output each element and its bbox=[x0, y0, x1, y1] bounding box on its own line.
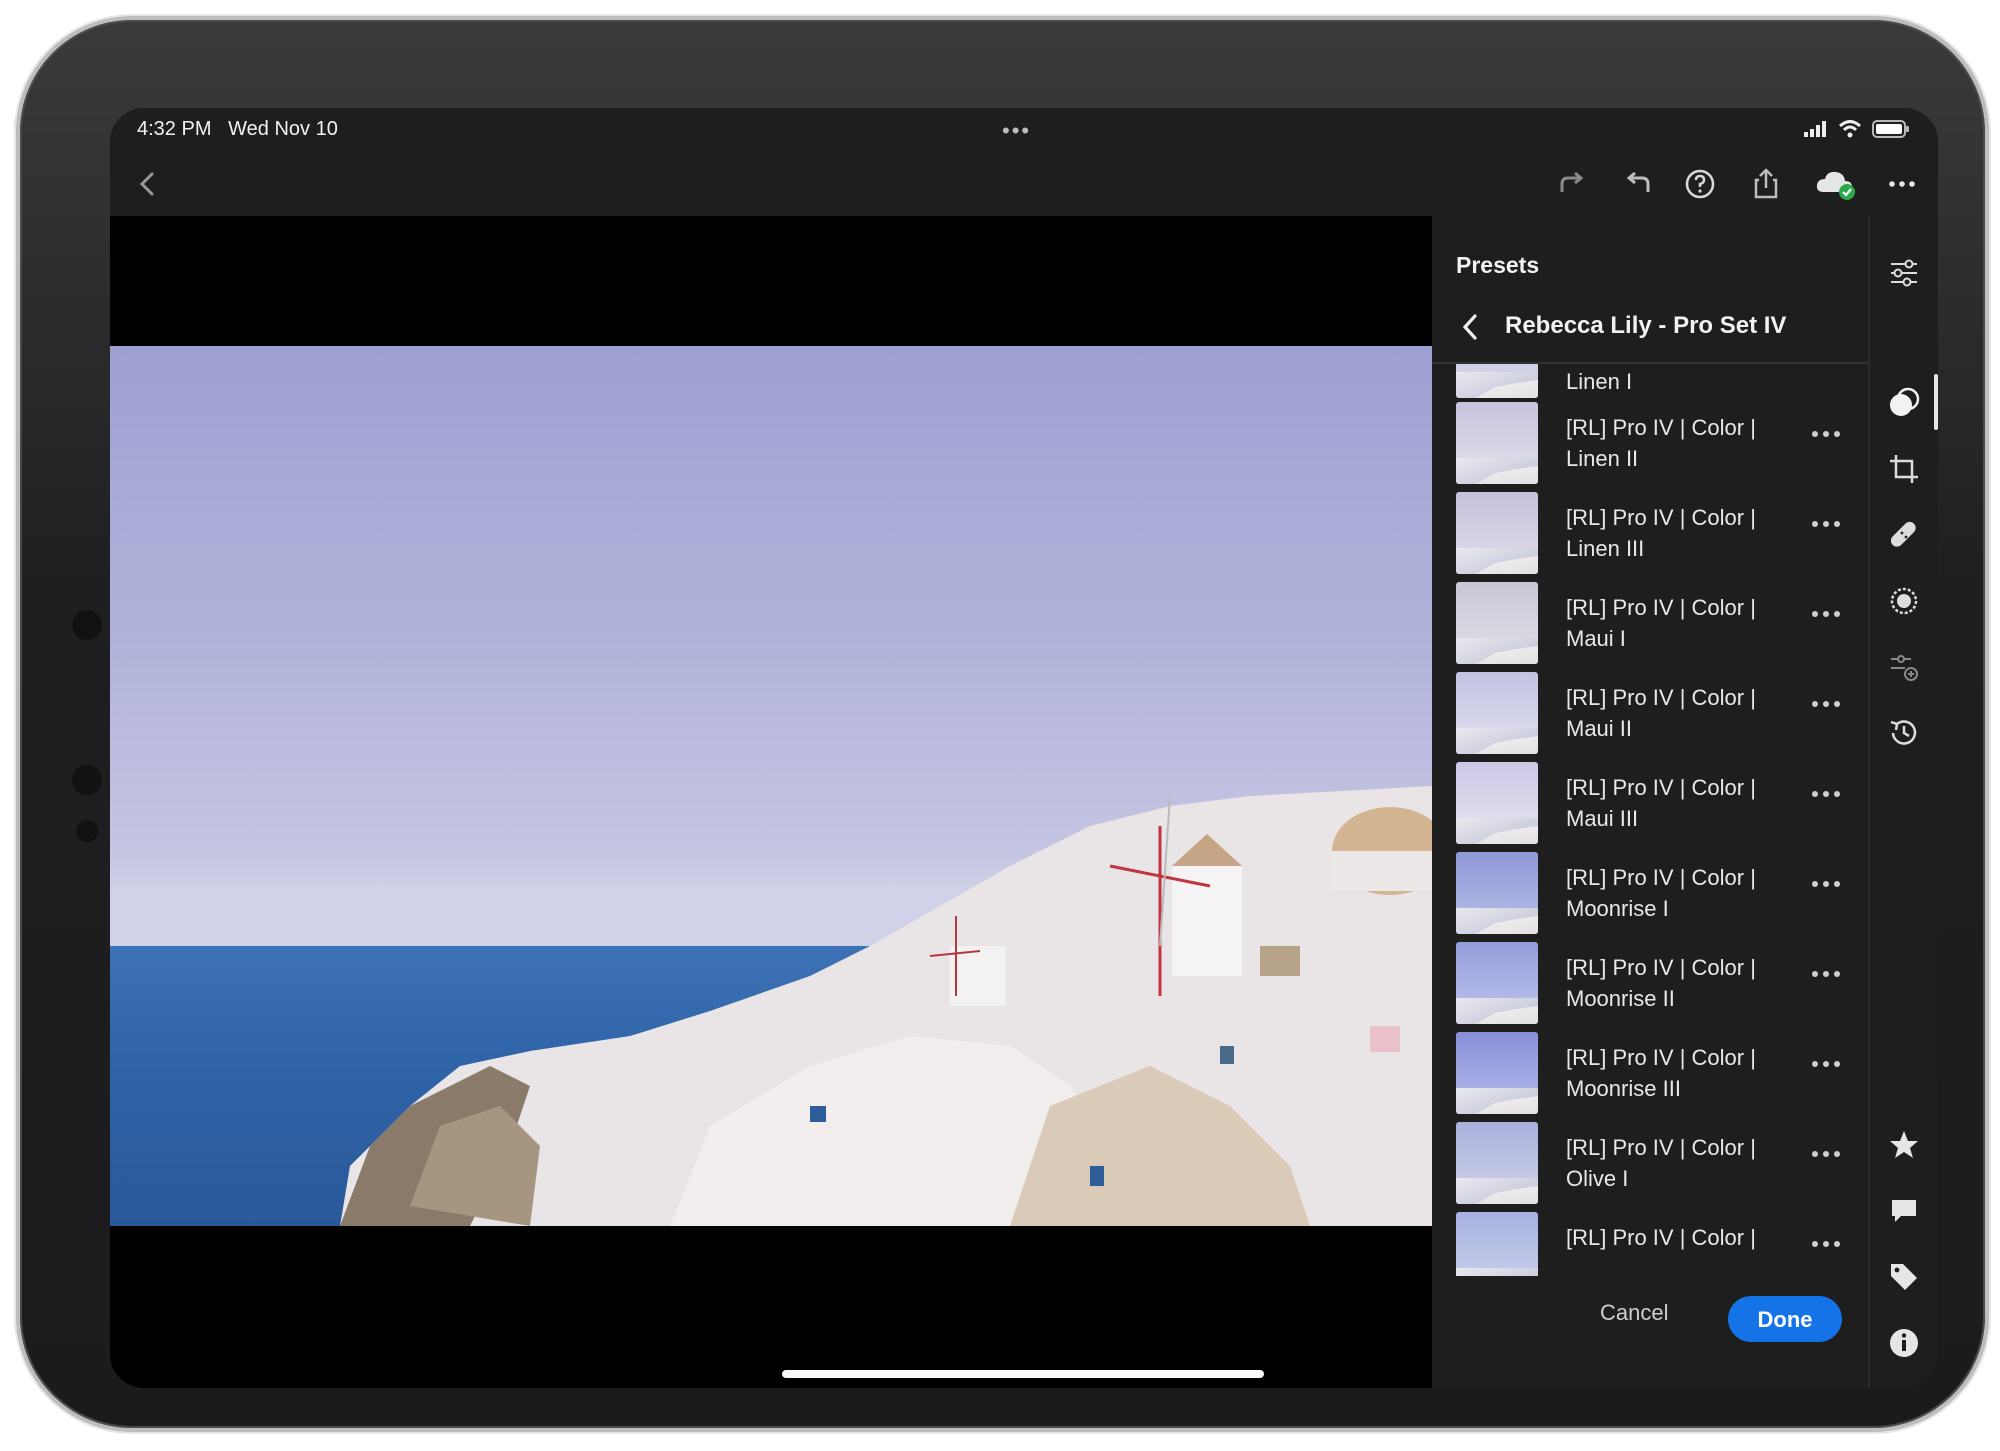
preset-thumbnail bbox=[1456, 762, 1538, 844]
panel-title: Presets bbox=[1456, 252, 1540, 278]
done-button[interactable]: Done bbox=[1728, 1296, 1842, 1342]
presets-panel: Presets Rebecca Lily - Pro Set IV Linen … bbox=[1432, 216, 1868, 1388]
pencil-magnet-mark-2 bbox=[72, 765, 102, 795]
preset-thumbnail bbox=[1456, 1032, 1538, 1114]
preset-item[interactable]: [RL] Pro IV | Color | Linen III bbox=[1432, 492, 1868, 582]
preset-thumbnail bbox=[1456, 672, 1538, 754]
edit-tool-rail bbox=[1868, 216, 1938, 1388]
preset-item[interactable]: [RL] Pro IV | Color | bbox=[1432, 1212, 1868, 1276]
preset-label: [RL] Pro IV | Color | Maui III bbox=[1566, 775, 1756, 831]
more-icon[interactable] bbox=[1884, 166, 1920, 202]
preset-thumbnail bbox=[1456, 852, 1538, 934]
preset-item[interactable]: [RL] Pro IV | Color | Olive I bbox=[1432, 1122, 1868, 1212]
preset-label: [RL] Pro IV | Color | Moonrise II bbox=[1566, 955, 1756, 1011]
ipad-frame: 4:32 PM Wed Nov 10 ••• Presets Rebecca L… bbox=[20, 20, 1985, 1428]
photo-village bbox=[340, 786, 1432, 1226]
preset-label: [RL] Pro IV | Color | Moonrise III bbox=[1566, 1045, 1756, 1101]
comment-icon[interactable] bbox=[1887, 1194, 1921, 1228]
preset-list[interactable]: Linen I [RL] Pro IV | Color | Linen II [… bbox=[1432, 364, 1868, 1276]
preset-thumbnail bbox=[1456, 1122, 1538, 1204]
top-toolbar bbox=[110, 152, 1938, 216]
preset-item[interactable]: [RL] Pro IV | Color | Moonrise III bbox=[1432, 1032, 1868, 1122]
masking-icon[interactable] bbox=[1887, 584, 1921, 618]
pencil-magnet-mark-3 bbox=[76, 820, 98, 842]
preset-label: [RL] Pro IV | Color | Linen III bbox=[1566, 505, 1756, 561]
preset-thumbnail bbox=[1456, 492, 1538, 574]
more-icon[interactable] bbox=[1810, 518, 1842, 530]
more-icon[interactable] bbox=[1810, 608, 1842, 620]
undo-icon[interactable] bbox=[1620, 166, 1656, 202]
more-icon[interactable] bbox=[1810, 1058, 1842, 1070]
info-icon[interactable] bbox=[1887, 1326, 1921, 1360]
multitasking-dots[interactable]: ••• bbox=[1002, 118, 1031, 144]
preset-item[interactable]: [RL] Pro IV | Color | Maui I bbox=[1432, 582, 1868, 672]
preset-thumbnail bbox=[1456, 942, 1538, 1024]
more-icon[interactable] bbox=[1810, 428, 1842, 440]
more-icon[interactable] bbox=[1810, 1148, 1842, 1160]
edit-sliders-icon[interactable] bbox=[1887, 256, 1921, 290]
photo-canvas[interactable] bbox=[110, 216, 1432, 1388]
versions-icon[interactable] bbox=[1887, 650, 1921, 684]
status-bar: 4:32 PM Wed Nov 10 ••• bbox=[110, 108, 1938, 152]
more-icon[interactable] bbox=[1810, 788, 1842, 800]
active-tool-indicator bbox=[1934, 374, 1938, 430]
preset-label: [RL] Pro IV | Color | Linen II bbox=[1566, 415, 1756, 471]
more-icon[interactable] bbox=[1810, 968, 1842, 980]
more-icon[interactable] bbox=[1810, 878, 1842, 890]
more-icon[interactable] bbox=[1810, 698, 1842, 710]
help-icon[interactable] bbox=[1682, 166, 1718, 202]
power-button-side bbox=[14, 120, 19, 216]
keyword-tag-icon[interactable] bbox=[1887, 1260, 1921, 1294]
preset-item[interactable]: [RL] Pro IV | Color | Maui III bbox=[1432, 762, 1868, 852]
preset-label: [RL] Pro IV | Color | Maui II bbox=[1566, 685, 1756, 741]
presets-icon[interactable] bbox=[1887, 386, 1921, 420]
preset-item[interactable]: [RL] Pro IV | Color | Linen II bbox=[1432, 402, 1868, 492]
preset-thumbnail bbox=[1456, 364, 1538, 398]
volume-button-top-2 bbox=[270, 14, 350, 19]
preset-label: [RL] Pro IV | Color | Moonrise I bbox=[1566, 865, 1756, 921]
rating-star-icon[interactable] bbox=[1887, 1128, 1921, 1162]
pencil-magnet-mark bbox=[72, 610, 102, 640]
preset-label: Linen I bbox=[1566, 369, 1633, 394]
cellular-signal-icon bbox=[1804, 121, 1826, 137]
screen: 4:32 PM Wed Nov 10 ••• Presets Rebecca L… bbox=[110, 108, 1938, 1388]
redo-icon[interactable] bbox=[1554, 166, 1590, 202]
preset-thumbnail bbox=[1456, 582, 1538, 664]
preset-group-name: Rebecca Lily - Pro Set IV bbox=[1505, 312, 1787, 339]
group-back-chevron-icon[interactable] bbox=[1456, 310, 1486, 344]
wifi-icon bbox=[1838, 120, 1862, 138]
battery-icon bbox=[1872, 120, 1909, 138]
volume-button-top bbox=[176, 14, 256, 19]
crop-icon[interactable] bbox=[1887, 452, 1921, 486]
status-icons bbox=[1804, 120, 1910, 138]
preset-thumbnail bbox=[1456, 1212, 1538, 1276]
cancel-button[interactable]: Cancel bbox=[1600, 1300, 1668, 1326]
preset-item[interactable]: [RL] Pro IV | Color | Moonrise II bbox=[1432, 942, 1868, 1032]
healing-icon[interactable] bbox=[1887, 518, 1921, 552]
cloud-synced-icon[interactable] bbox=[1814, 166, 1858, 202]
share-icon[interactable] bbox=[1748, 166, 1784, 202]
status-time: 4:32 PM Wed Nov 10 bbox=[137, 118, 338, 140]
preset-item[interactable]: [RL] Pro IV | Color | Moonrise I bbox=[1432, 852, 1868, 942]
home-indicator[interactable] bbox=[782, 1370, 1264, 1378]
history-icon[interactable] bbox=[1887, 716, 1921, 750]
back-chevron-icon[interactable] bbox=[130, 166, 166, 202]
preset-label: [RL] Pro IV | Color | Maui I bbox=[1566, 595, 1756, 651]
more-icon[interactable] bbox=[1810, 1238, 1842, 1250]
preset-label: [RL] Pro IV | Color | Olive I bbox=[1566, 1135, 1756, 1191]
preset-thumbnail bbox=[1456, 402, 1538, 484]
preset-item[interactable]: [RL] Pro IV | Color | Maui II bbox=[1432, 672, 1868, 762]
photo bbox=[110, 346, 1432, 1226]
preset-item[interactable]: Linen I bbox=[1432, 364, 1868, 406]
preset-group-header[interactable]: Rebecca Lily - Pro Set IV bbox=[1432, 292, 1868, 364]
preset-label: [RL] Pro IV | Color | bbox=[1566, 1225, 1756, 1250]
panel-footer: Cancel Done bbox=[1432, 1284, 1868, 1354]
